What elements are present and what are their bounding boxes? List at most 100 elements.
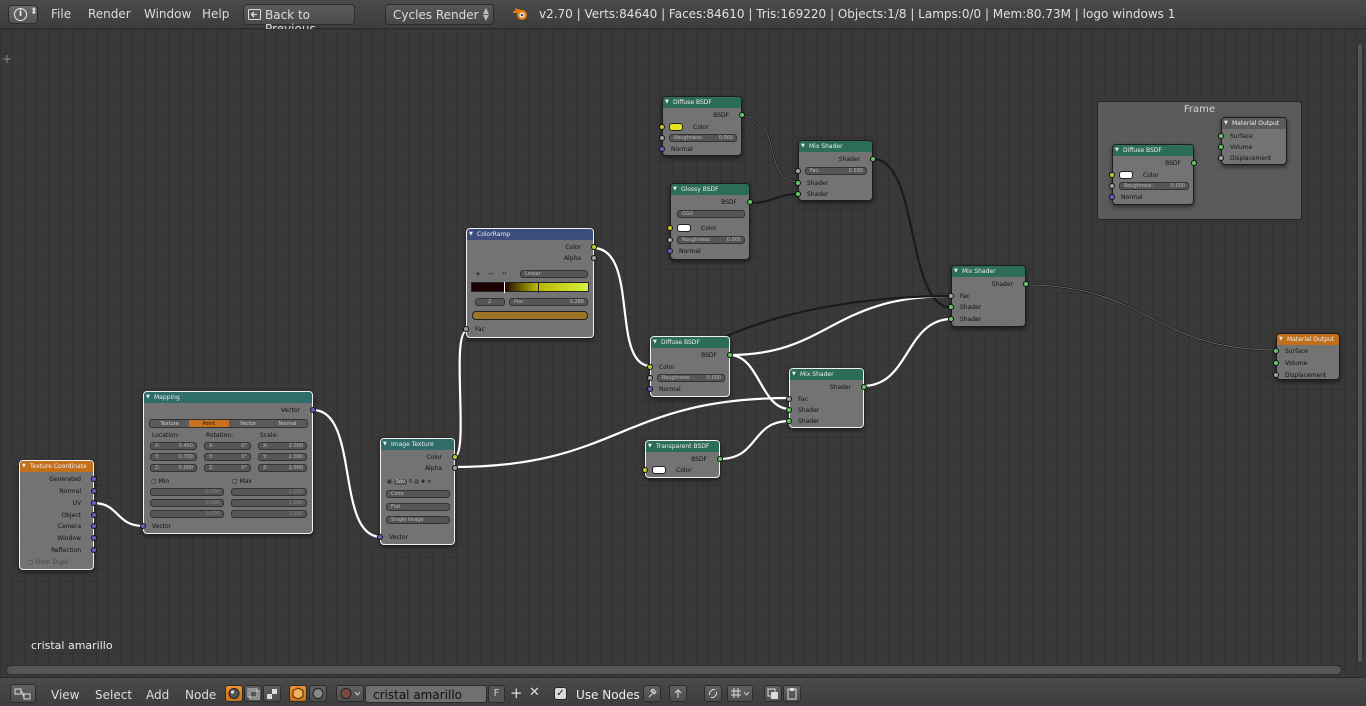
location-z-field[interactable]: Z: 0.000 — [150, 464, 197, 472]
tab-point[interactable]: Point — [189, 420, 229, 427]
location-x-field[interactable]: X: 0.400 — [150, 442, 197, 450]
max-checkbox[interactable]: ▢ Max — [232, 478, 252, 485]
image-add-icon[interactable]: ✚ — [421, 479, 425, 485]
node-header[interactable]: Mix Shader — [790, 369, 863, 380]
menu-node[interactable]: Node — [185, 688, 216, 702]
menu-render[interactable]: Render — [88, 7, 131, 21]
node-frame-material-output[interactable]: Material Output Surface Volume Displacem… — [1218, 117, 1287, 165]
location-y-field[interactable]: Y: 0.700 — [150, 453, 197, 461]
roughness-field[interactable]: Roughness: 0.000 — [1119, 182, 1189, 190]
min-checkbox[interactable]: ▢ Min — [151, 478, 169, 485]
stop-color-swatch[interactable] — [472, 311, 588, 320]
use-nodes-checkbox[interactable]: ✓ — [554, 687, 567, 700]
world-shader-button[interactable] — [309, 685, 327, 702]
socket-in-shader-2[interactable] — [786, 418, 792, 424]
socket-in-roughness[interactable] — [1109, 183, 1115, 189]
socket-in-surface[interactable] — [1273, 348, 1279, 354]
socket-in-fac[interactable] — [948, 293, 954, 299]
render-engine-select[interactable]: Cycles Render ▲ ▼ — [385, 4, 494, 25]
menu-help[interactable]: Help — [202, 7, 229, 21]
paste-nodes-button[interactable] — [783, 685, 801, 702]
node-header[interactable]: Transparent BSDF — [646, 441, 719, 452]
texture-nodes-button[interactable] — [263, 685, 281, 702]
projection-select[interactable]: Flat — [386, 503, 450, 511]
socket-in-fac[interactable] — [463, 326, 469, 332]
node-diffuse-bsdf-mid[interactable]: Diffuse BSDF BSDF Color Roughness:0.000 … — [647, 336, 733, 397]
max-y-field[interactable]: 1.000 — [231, 499, 307, 507]
socket-out-bsdf[interactable] — [739, 112, 745, 118]
color-swatch[interactable] — [677, 224, 691, 232]
shader-nodes-button[interactable] — [225, 685, 243, 702]
add-stop-button[interactable]: + — [475, 270, 481, 278]
roughness-field[interactable]: Roughness: 0.000 — [669, 134, 737, 142]
socket-in-displacement[interactable] — [1218, 155, 1224, 161]
image-browse-icon[interactable]: ▦ — [387, 479, 392, 485]
image-fake-icon[interactable]: ▤ — [414, 479, 419, 485]
menu-add[interactable]: Add — [146, 688, 169, 702]
horizontal-scrollbar[interactable] — [6, 665, 1342, 675]
socket-in-shader-1[interactable] — [948, 304, 954, 310]
scale-y-field[interactable]: Y: 2.000 — [258, 453, 307, 461]
remove-stop-button[interactable]: − — [488, 270, 494, 278]
node-header[interactable]: Material Output — [1277, 334, 1339, 345]
from-dupli-checkbox[interactable]: ▢ From Dupli — [28, 559, 68, 566]
node-frame-diffuse-bsdf[interactable]: Diffuse BSDF BSDF Color Roughness:0.000 … — [1109, 144, 1197, 205]
properties-toggle-icon[interactable]: + — [2, 52, 12, 66]
socket-out-window[interactable] — [91, 535, 97, 541]
socket-in-shader-1[interactable] — [795, 180, 801, 186]
tab-vector[interactable]: Vector — [228, 420, 268, 427]
source-select[interactable]: Single Image — [386, 516, 450, 524]
min-y-field[interactable]: 0.000 — [150, 499, 224, 507]
node-header[interactable]: Mapping — [144, 392, 312, 403]
socket-out-shader[interactable] — [861, 384, 867, 390]
node-header[interactable]: Diffuse BSDF — [651, 337, 729, 348]
socket-in-normal[interactable] — [1109, 194, 1115, 200]
tab-texture[interactable]: Texture — [150, 420, 190, 427]
node-glossy-bsdf[interactable]: Glossy BSDF BSDF GGX Color Roughness: 0.0… — [667, 183, 753, 260]
scale-z-field[interactable]: Z: 2.000 — [258, 464, 307, 472]
material-name-field[interactable]: cristal amarillo — [365, 685, 487, 703]
roughness-field[interactable]: Roughness: 0.000 — [657, 374, 725, 382]
image-datablock[interactable]: ▦ Sdv 5 ▤ ✚ ✕ — [387, 477, 449, 486]
socket-out-alpha[interactable] — [452, 465, 458, 471]
socket-out-bsdf[interactable] — [717, 456, 723, 462]
socket-in-color[interactable] — [647, 364, 653, 370]
socket-out-generated[interactable] — [91, 476, 97, 482]
node-material-output[interactable]: Material Output Surface Volume Displacem… — [1273, 333, 1340, 380]
vertical-scrollbar[interactable] — [1357, 43, 1363, 663]
copy-nodes-button[interactable] — [764, 685, 782, 702]
flip-ramp-button[interactable]: ‹› — [502, 270, 507, 277]
color-ramp-gradient[interactable] — [471, 282, 589, 293]
node-header[interactable]: ColorRamp — [467, 229, 593, 240]
rotation-z-field[interactable]: Z: 0° — [204, 464, 251, 472]
node-header[interactable]: Diffuse BSDF — [1113, 145, 1193, 156]
stop-position-field[interactable]: Pos: 0.288 — [509, 298, 588, 306]
node-header[interactable]: Mix Shader — [952, 266, 1025, 277]
socket-out-shader[interactable] — [1023, 281, 1029, 287]
node-header[interactable]: Image Texture — [381, 439, 454, 450]
node-transparent-bsdf[interactable]: Transparent BSDF BSDF Color — [642, 440, 723, 478]
socket-in-fac[interactable] — [795, 168, 801, 174]
socket-out-normal[interactable] — [91, 488, 97, 494]
color-swatch[interactable] — [652, 466, 666, 474]
socket-out-vector[interactable] — [310, 407, 316, 413]
go-to-parent-button[interactable] — [669, 685, 687, 702]
socket-in-color[interactable] — [667, 225, 673, 231]
pin-button[interactable] — [643, 685, 661, 702]
menu-file[interactable]: File — [51, 7, 71, 21]
socket-out-bsdf[interactable] — [727, 352, 733, 358]
socket-in-shader-2[interactable] — [948, 316, 954, 322]
back-to-previous-button[interactable]: Back to Previous — [243, 4, 355, 36]
distribution-select[interactable]: GGX — [677, 210, 745, 218]
compositing-nodes-button[interactable] — [244, 685, 262, 702]
menu-window[interactable]: Window — [144, 7, 191, 21]
node-header[interactable]: Texture Coordinate — [20, 461, 93, 472]
object-shader-button[interactable] — [289, 685, 307, 702]
menu-select[interactable]: Select — [95, 688, 132, 702]
socket-out-color[interactable] — [591, 244, 597, 250]
node-diffuse-bsdf-top[interactable]: Diffuse BSDF BSDF Color Roughness:0.000 … — [659, 96, 745, 156]
socket-out-object[interactable] — [91, 512, 97, 518]
rotation-y-field[interactable]: Y: 0° — [204, 453, 251, 461]
node-mix-shader-main[interactable]: Mix Shader Shader Fac Shader Shader — [948, 265, 1029, 327]
socket-in-surface[interactable] — [1218, 133, 1224, 139]
